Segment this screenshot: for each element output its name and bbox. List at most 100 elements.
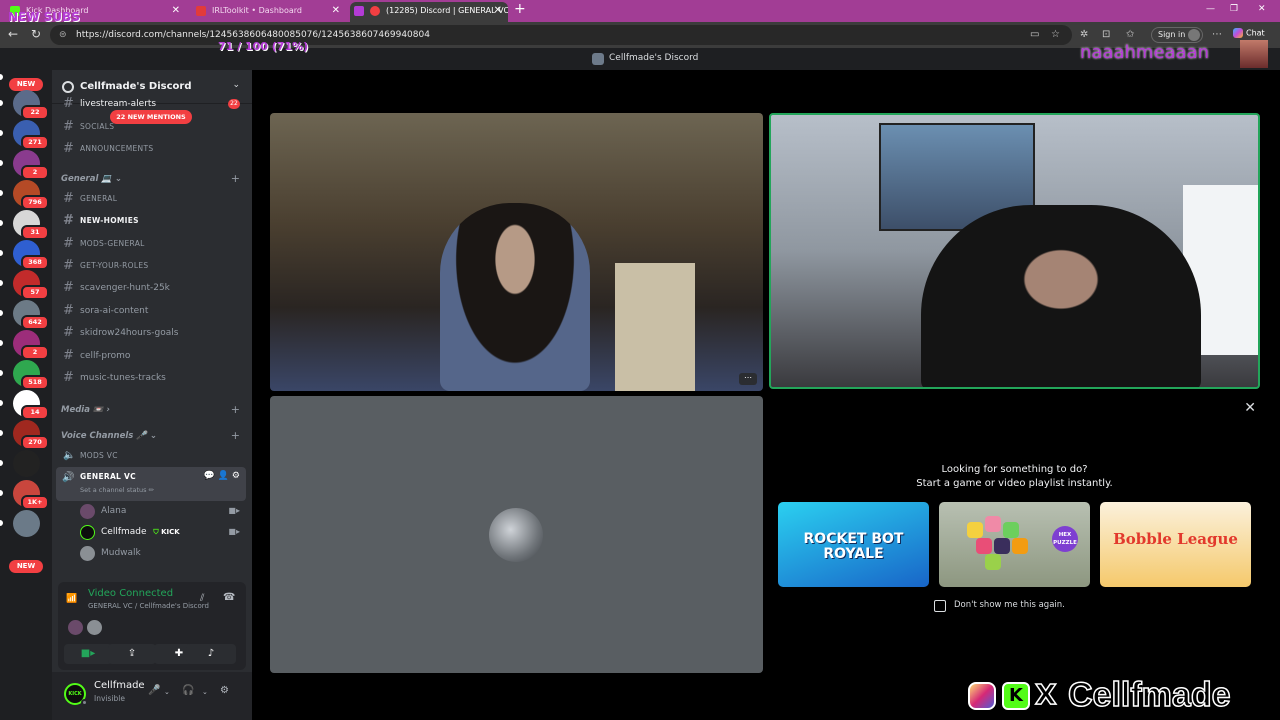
gear-icon[interactable]: ⚙ xyxy=(232,471,240,481)
category-voice-channels[interactable]: Voice Channels 🎤 ⌄ xyxy=(61,431,157,441)
browser-tab-irltoolkit[interactable]: IRLToolkit • Dashboard ✕ xyxy=(190,2,346,22)
activity-card-hex-puzzle[interactable]: HEX PUZZLE xyxy=(939,502,1090,587)
screen-share-button[interactable]: ⇪ xyxy=(108,644,156,664)
chevron-icon: ⌄ xyxy=(149,431,157,441)
headphones-icon[interactable]: 🎧 xyxy=(182,685,194,696)
disconnect-icon[interactable]: ☎ xyxy=(223,592,235,603)
activity-card-rocket-bot-royale[interactable]: ROCKET BOT ROYALE xyxy=(778,502,929,587)
close-tab-icon[interactable]: ✕ xyxy=(332,2,340,20)
new-tab-icon[interactable]: + xyxy=(514,1,526,17)
hex-tile xyxy=(994,538,1010,554)
restore-icon[interactable]: ❐ xyxy=(1230,4,1238,14)
browser-tab-discord[interactable]: (12285) Discord | GENERAL VC ✕ xyxy=(350,2,508,22)
tab-label: (12285) Discord | GENERAL VC xyxy=(386,6,508,15)
create-channel-icon[interactable]: + xyxy=(231,403,240,416)
split-view-icon[interactable]: ⊡ xyxy=(1102,29,1110,40)
close-tab-icon[interactable]: ✕ xyxy=(494,2,502,20)
category-media[interactable]: Media 📼 › xyxy=(61,405,110,415)
channel-announcements[interactable]: # ANNOUNCEMENTS xyxy=(60,139,246,159)
chat-bubble-icon[interactable]: 💬 xyxy=(204,471,215,481)
dont-show-checkbox[interactable] xyxy=(934,600,946,612)
soundboard-button[interactable]: ♪ xyxy=(186,644,236,664)
voice-member-mudwalk[interactable]: Mudwalk xyxy=(80,543,246,563)
category-label: General 💻 xyxy=(61,174,112,184)
site-info-icon[interactable]: ⊜ xyxy=(59,25,67,45)
voice-channel-mods-vc[interactable]: 🔈 MODS VC xyxy=(60,446,246,466)
sign-in-button[interactable]: Sign in xyxy=(1151,27,1203,43)
camera-button[interactable]: ■▸ xyxy=(64,644,112,664)
channel-label: scavenger-hunt-25k xyxy=(80,283,170,293)
more-options-icon[interactable]: ⋯ xyxy=(739,373,757,385)
channel-cellf-promo[interactable]: # cellf-promo xyxy=(60,346,246,366)
chevron-right-icon: › xyxy=(106,405,110,415)
chevron-down-icon[interactable]: ⌄ xyxy=(202,688,208,696)
avatar xyxy=(489,508,543,562)
microphone-icon[interactable]: 🎤 xyxy=(148,685,160,696)
channel-sora-ai-content[interactable]: # sora-ai-content xyxy=(60,301,246,321)
video-tile-cellfmade[interactable] xyxy=(769,113,1260,389)
user-name[interactable]: Cellfmade xyxy=(94,680,145,691)
user-panel: KICK Cellfmade Invisible 🎤 ⌄ 🎧 ⌄ ⚙ xyxy=(52,672,252,720)
voice-member-alana[interactable]: Alana ■▸ xyxy=(80,501,246,521)
hash-icon: # xyxy=(63,325,74,340)
channel-skidrow24hours-goals[interactable]: # skidrow24hours-goals xyxy=(60,323,246,343)
extensions-icon[interactable]: ✲ xyxy=(1080,29,1088,40)
dont-show-again-option[interactable]: Don't show me this again. xyxy=(934,600,1065,612)
create-channel-icon[interactable]: + xyxy=(231,172,240,185)
unread-pip xyxy=(0,460,3,466)
screen-share-icon[interactable]: ▭ xyxy=(1030,29,1039,40)
copilot-chat-button[interactable]: Chat xyxy=(1233,28,1265,38)
address-bar[interactable]: ⊜ https://discord.com/channels/124563860… xyxy=(50,25,1072,45)
channel-get-your-roles[interactable]: # GET-YOUR-ROLES xyxy=(60,256,246,276)
video-tile-alana[interactable]: ⋯ xyxy=(270,113,763,391)
minimize-icon[interactable]: — xyxy=(1206,4,1215,14)
overlay-social-handle: Cellfmade xyxy=(1067,675,1231,715)
favorites-icon[interactable]: ✩ xyxy=(1126,29,1134,40)
channel-new-homies[interactable]: # NEW-HOMIES xyxy=(60,211,246,231)
channel-general[interactable]: # GENERAL xyxy=(60,189,246,209)
chevron-down-icon[interactable]: ⌄ xyxy=(232,80,240,90)
voice-channel-general-vc[interactable]: 🔊 GENERAL VC Set a channel status ✏ 💬 👤 … xyxy=(56,467,246,501)
reload-icon[interactable]: ↻ xyxy=(31,27,41,41)
channel-mods-general[interactable]: # MODS-GENERAL xyxy=(60,234,246,254)
overlay-webcam xyxy=(1240,40,1268,68)
overlay-sub-goal: 71 / 100 (71%) xyxy=(218,40,309,53)
kick-tag-label: KICK xyxy=(161,528,180,536)
server-icon[interactable] xyxy=(13,450,40,477)
window-close-icon[interactable]: ✕ xyxy=(1258,4,1266,14)
activity-card-bobble-league[interactable]: Bobble League xyxy=(1100,502,1251,587)
video-camera-icon: ■▸ xyxy=(80,648,96,659)
close-tab-icon[interactable]: ✕ xyxy=(172,2,180,20)
channel-socials[interactable]: # SOCIALS xyxy=(60,117,246,137)
bookmark-star-icon[interactable]: ☆ xyxy=(1051,29,1060,40)
mention-badge: 796 xyxy=(21,195,49,210)
hash-icon: # xyxy=(63,370,74,385)
chevron-down-icon[interactable]: ⌄ xyxy=(164,688,170,696)
signal-icon[interactable]: 📶 xyxy=(66,594,77,604)
window-title: Cellfmade's Discord xyxy=(609,53,699,63)
back-icon[interactable]: ← xyxy=(8,27,18,41)
create-channel-icon[interactable]: + xyxy=(231,429,240,442)
new-unreads-pill-bottom[interactable]: NEW xyxy=(9,560,43,573)
mention-badge: 14 xyxy=(21,405,49,420)
server-icon[interactable] xyxy=(13,510,40,537)
kick-logo-icon: K xyxy=(1002,682,1030,710)
connection-location[interactable]: GENERAL VC / Cellfmade's Discord xyxy=(88,602,209,610)
channel-status-prompt[interactable]: Set a channel status ✏ xyxy=(80,486,154,494)
video-tile-mudwalk[interactable] xyxy=(270,396,763,673)
hash-icon: # xyxy=(63,96,74,111)
close-icon[interactable]: ✕ xyxy=(1244,400,1256,416)
channel-label: ANNOUNCEMENTS xyxy=(80,144,154,153)
more-menu-icon[interactable]: ⋯ xyxy=(1212,29,1222,40)
gear-icon[interactable]: ⚙ xyxy=(220,685,229,696)
channel-scavenger-hunt-25k[interactable]: # scavenger-hunt-25k xyxy=(60,278,246,298)
channel-music-tunes-tracks[interactable]: # music-tunes-tracks xyxy=(60,368,246,388)
invite-icon[interactable]: 👤 xyxy=(218,471,229,481)
activity-prompt-subtitle: Start a game or video playlist instantly… xyxy=(916,478,1113,489)
noise-suppression-icon[interactable]: ⫽ xyxy=(200,593,204,604)
dont-show-label: Don't show me this again. xyxy=(954,600,1065,610)
mention-badge: 270 xyxy=(21,435,49,450)
category-general[interactable]: General 💻 ⌄ xyxy=(61,174,122,184)
member-name: Cellfmade xyxy=(101,527,147,537)
voice-member-cellfmade[interactable]: Cellfmade ⛉ KICK ■▸ xyxy=(80,522,246,542)
